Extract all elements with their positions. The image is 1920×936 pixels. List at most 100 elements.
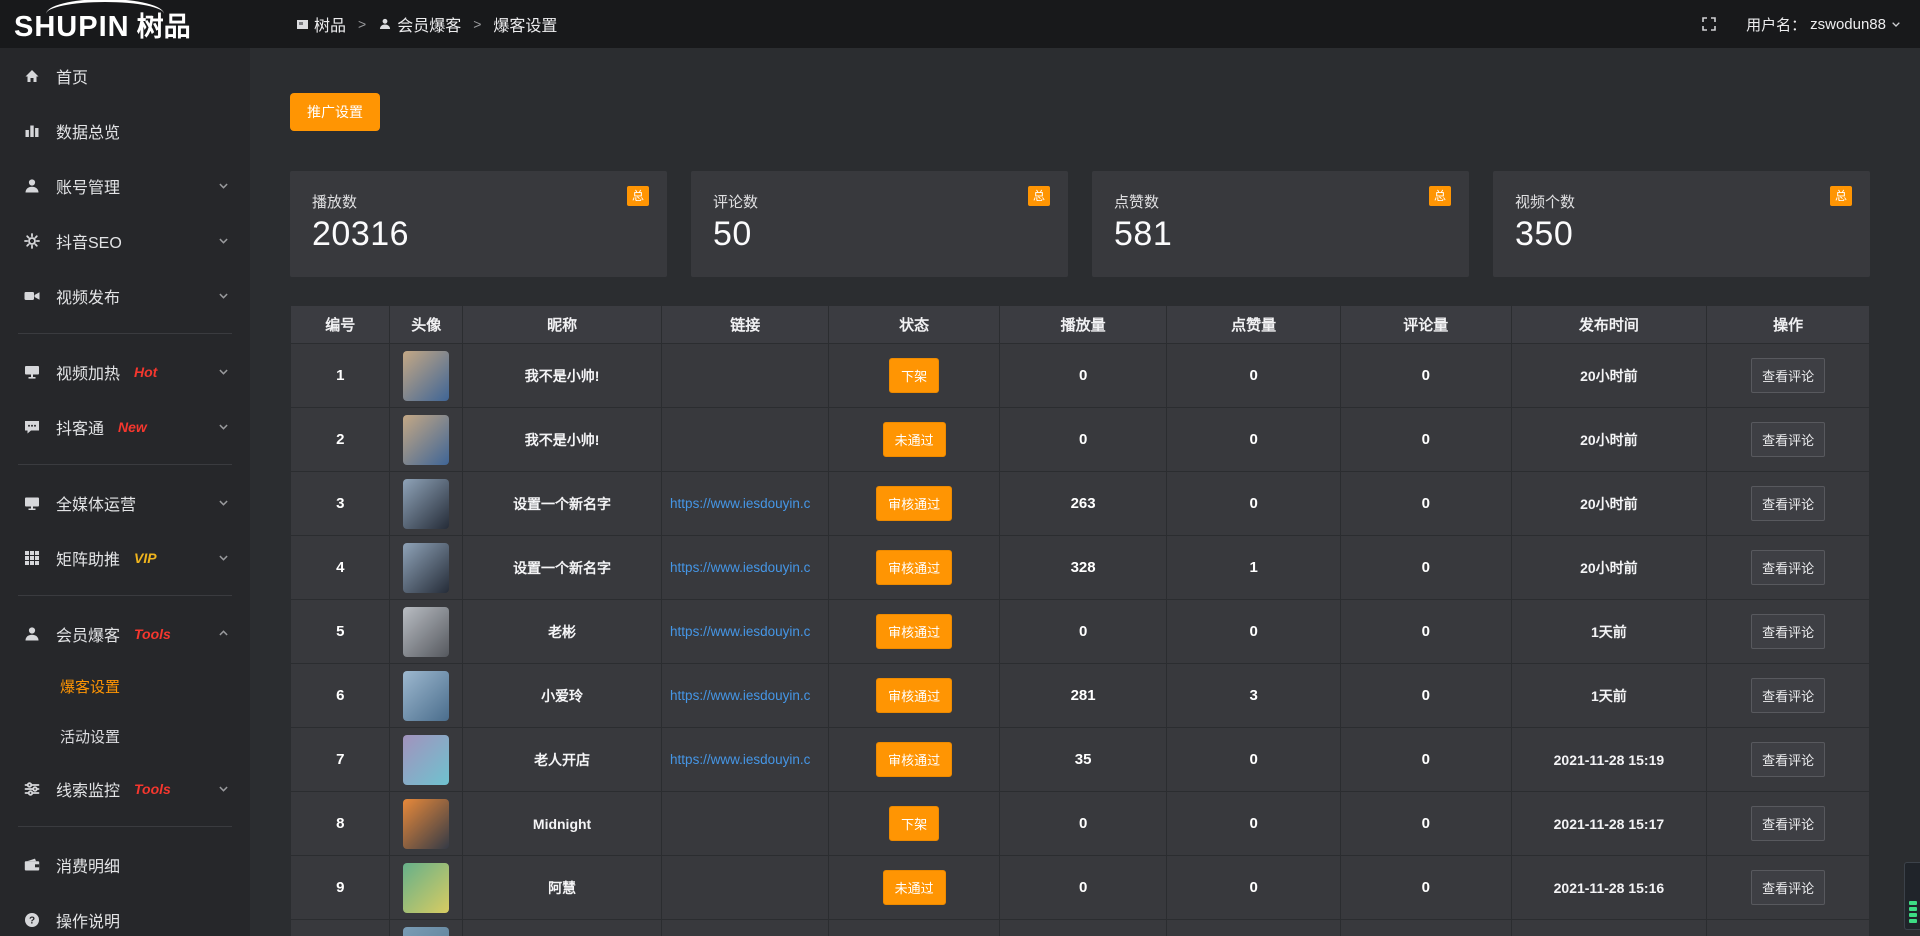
view-comments-button[interactable]: 查看评论 — [1751, 550, 1825, 585]
breadcrumb-item-member[interactable]: 会员爆客 — [378, 12, 461, 36]
gear-icon — [22, 231, 42, 251]
sidebar-item-account-management[interactable]: 账号管理 — [0, 158, 250, 213]
cell-avatar — [390, 856, 463, 920]
view-comments-button[interactable]: 查看评论 — [1751, 742, 1825, 777]
cell-plays: 281 — [999, 664, 1166, 728]
avatar — [403, 415, 449, 465]
stat-value: 20316 — [312, 215, 645, 254]
app-logo[interactable]: SHUPIN 树品 — [0, 5, 250, 44]
status-badge[interactable]: 下架 — [889, 358, 939, 393]
total-badge: 总 — [627, 186, 649, 206]
table-row: 6 小爱玲 https://www.iesdouyin.c 审核通过 281 3… — [291, 664, 1870, 728]
status-badge[interactable]: 未通过 — [883, 870, 946, 905]
video-link[interactable]: https://www.iesdouyin.c — [662, 624, 828, 639]
cell-plays: 0 — [999, 408, 1166, 472]
sidebar-item-lead-monitoring[interactable]: 线索监控 Tools — [0, 761, 250, 816]
view-comments-button[interactable]: 查看评论 — [1751, 806, 1825, 841]
header-number: 编号 — [291, 306, 390, 344]
cell-link: https://www.iesdouyin.c — [662, 600, 829, 664]
table-row: 4 设置一个新名字 https://www.iesdouyin.c 审核通过 3… — [291, 536, 1870, 600]
sidebar-item-video-publish[interactable]: 视频发布 — [0, 268, 250, 323]
stat-cards: 播放数 20316 总 评论数 50 总 点赞数 581 总 视频个数 350 … — [290, 171, 1870, 277]
cell-link: https://www.iesdouyin.c — [662, 536, 829, 600]
sidebar-item-video-heating[interactable]: 视频加热 Hot — [0, 344, 250, 399]
cell-avatar — [390, 792, 463, 856]
sidebar-subitem-baoke-settings[interactable]: 爆客设置 — [0, 661, 250, 711]
status-badge[interactable]: 审核通过 — [876, 614, 952, 649]
cell-likes: 0 — [1167, 792, 1341, 856]
view-comments-button[interactable]: 查看评论 — [1751, 614, 1825, 649]
video-link[interactable]: https://www.iesdouyin.c — [662, 560, 828, 575]
cell-link — [662, 856, 829, 920]
videos-table: 编号 头像 昵称 链接 状态 播放量 点赞量 评论量 发布时间 操作 1 我不是… — [290, 305, 1870, 936]
avatar — [403, 607, 449, 657]
user-menu[interactable]: 用户名： zswodun88 — [1746, 14, 1902, 35]
sidebar-item-data-overview[interactable]: 数据总览 — [0, 103, 250, 158]
sidebar-item-operation-guide[interactable]: ? 操作说明 — [0, 892, 250, 936]
sidebar-item-member-baoke[interactable]: 会员爆客 Tools — [0, 606, 250, 661]
cell-number: 1 — [291, 344, 390, 408]
status-badge[interactable]: 审核通过 — [876, 550, 952, 585]
floating-widget[interactable] — [1904, 862, 1920, 930]
status-badge[interactable]: 审核通过 — [876, 678, 952, 713]
cell-comments: 0 — [1340, 664, 1511, 728]
cell-nickname: Midnight — [463, 792, 662, 856]
table-row: 1 我不是小帅! 下架 0 0 0 20小时前 查看评论 — [291, 344, 1870, 408]
sidebar-subitem-activity-settings[interactable]: 活动设置 — [0, 711, 250, 761]
avatar — [403, 863, 449, 913]
sidebar-item-matrix-boost[interactable]: 矩阵助推 VIP — [0, 530, 250, 585]
status-badge[interactable]: 审核通过 — [876, 486, 952, 521]
table-row: 2 我不是小帅! 未通过 0 0 0 20小时前 查看评论 — [291, 408, 1870, 472]
table-header-row: 编号 头像 昵称 链接 状态 播放量 点赞量 评论量 发布时间 操作 — [291, 306, 1870, 344]
view-comments-button[interactable]: 查看评论 — [1751, 358, 1825, 393]
promotion-settings-button[interactable]: 推广设置 — [290, 93, 380, 131]
avatar — [403, 735, 449, 785]
chevron-down-icon — [217, 365, 230, 378]
status-badge[interactable]: 未通过 — [883, 422, 946, 457]
sidebar-divider — [18, 333, 232, 334]
cell-number: 3 — [291, 472, 390, 536]
cell-action: 查看评论 — [1707, 536, 1870, 600]
view-comments-button[interactable]: 查看评论 — [1751, 486, 1825, 521]
status-badge[interactable]: 审核通过 — [876, 742, 952, 777]
view-comments-button[interactable]: 查看评论 — [1751, 678, 1825, 713]
video-camera-icon — [22, 286, 42, 306]
chevron-down-icon — [217, 289, 230, 302]
stat-value: 50 — [713, 215, 1046, 254]
cell-avatar — [390, 536, 463, 600]
video-link[interactable]: https://www.iesdouyin.c — [662, 688, 828, 703]
cell-plays: 0 — [999, 600, 1166, 664]
avatar — [403, 671, 449, 721]
sidebar-item-all-media-operation[interactable]: 全媒体运营 — [0, 475, 250, 530]
cell-avatar — [390, 344, 463, 408]
sidebar-item-douyin-seo[interactable]: 抖音SEO — [0, 213, 250, 268]
cell-likes: 0 — [1167, 728, 1341, 792]
chevron-down-icon — [1890, 18, 1902, 30]
header-nickname: 昵称 — [463, 306, 662, 344]
cell-likes: 0 — [1167, 856, 1341, 920]
green-bar — [1909, 907, 1917, 911]
cell-avatar — [390, 728, 463, 792]
fullscreen-icon[interactable] — [1700, 15, 1718, 33]
video-link[interactable]: https://www.iesdouyin.c — [662, 496, 828, 511]
breadcrumb-item-root[interactable]: 树品 — [296, 12, 346, 36]
status-badge[interactable]: 下架 — [889, 806, 939, 841]
sidebar-item-consumption-details[interactable]: 消费明细 — [0, 837, 250, 892]
cell-status: 审核通过 — [829, 472, 1000, 536]
cell-link: https://www.iesdouyin.c — [662, 664, 829, 728]
cell-nickname: 小爱玲 — [463, 664, 662, 728]
cell-comments: 0 — [1340, 344, 1511, 408]
sidebar-item-home[interactable]: 首页 — [0, 48, 250, 103]
green-bar — [1909, 919, 1917, 923]
cell-nickname: 阿慧 — [463, 856, 662, 920]
view-comments-button[interactable]: 查看评论 — [1751, 422, 1825, 457]
view-comments-button[interactable]: 查看评论 — [1751, 870, 1825, 905]
video-link[interactable]: https://www.iesdouyin.c — [662, 752, 828, 767]
cell-comments: 0 — [1340, 792, 1511, 856]
topbar: SHUPIN 树品 树品 > 会员爆客 > 爆客设置 用户名： zswodun — [0, 0, 1920, 48]
sidebar-item-douketong[interactable]: 抖客通 New — [0, 399, 250, 454]
cell-comments: 0 — [1340, 728, 1511, 792]
cell-link — [662, 408, 829, 472]
sidebar: 首页 数据总览 账号管理 抖音SEO 视频发布 视频加 — [0, 48, 250, 936]
cell-avatar — [390, 920, 463, 936]
